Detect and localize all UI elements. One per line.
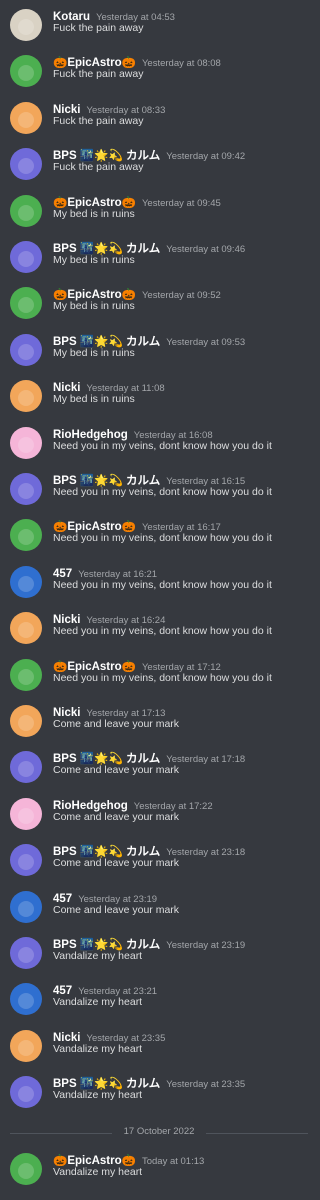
user-avatar[interactable] bbox=[10, 426, 42, 459]
message-text: My bed is in ruins bbox=[53, 254, 135, 266]
chat-message[interactable]: 457 Yesterday at 23:19 Come and leave your… bbox=[0, 882, 318, 928]
chat-message[interactable]: 🎃EpicAstro🎃 Yesterday at 09:45 My bed is i… bbox=[0, 186, 318, 232]
user-avatar[interactable] bbox=[10, 194, 42, 227]
message-text: Need you in my veins, dont know how you … bbox=[53, 671, 272, 684]
user-avatar[interactable] bbox=[10, 1153, 42, 1185]
user-avatar[interactable] bbox=[10, 797, 42, 830]
message-text: Come and leave your mark bbox=[53, 857, 180, 870]
user-avatar[interactable] bbox=[10, 101, 42, 134]
message-text: My bed is in ruins bbox=[53, 207, 135, 220]
message-text: Need you in my veins, dont know how you … bbox=[53, 486, 272, 498]
divider-line-right bbox=[206, 1133, 308, 1134]
message-text: Fuck the pain away bbox=[53, 68, 144, 81]
user-avatar[interactable] bbox=[10, 287, 42, 320]
user-avatar[interactable] bbox=[10, 519, 42, 552]
chat-message[interactable]: 🎃EpicAstro🎃 Yesterday at 09:52 My bed is i… bbox=[0, 278, 318, 324]
chat-message[interactable]: Nicki Yesterday at 23:35 Vandalize my hear… bbox=[0, 1021, 318, 1067]
message-text: Come and leave your mark bbox=[53, 903, 180, 916]
user-avatar[interactable] bbox=[10, 380, 42, 413]
message-text: Need you in my veins, dont know how you … bbox=[53, 578, 272, 591]
user-avatar[interactable] bbox=[10, 983, 42, 1016]
message-text: Need you in my veins, dont know how you … bbox=[53, 439, 272, 452]
message-text: My bed is in ruins bbox=[53, 393, 135, 406]
user-avatar[interactable] bbox=[10, 333, 42, 366]
chat-message[interactable]: BPS 🌃🌟💫 カルム Yesterday at 17:18 Come and le… bbox=[0, 742, 318, 788]
message-text: Fuck the pain away bbox=[53, 22, 144, 34]
user-avatar[interactable] bbox=[10, 658, 42, 691]
chat-message[interactable]: RioHedgehog Yesterday at 16:08 Need you in… bbox=[0, 418, 318, 464]
message-text: My bed is in ruins bbox=[53, 300, 135, 313]
chat-message[interactable]: RioHedgehog Yesterday at 17:22 Come and le… bbox=[0, 789, 318, 835]
chat-message[interactable]: Nicki Yesterday at 08:33 Fuck the pain awa… bbox=[0, 93, 318, 139]
user-avatar[interactable] bbox=[10, 148, 42, 181]
chat-message[interactable]: 🎃EpicAstro🎃 Yesterday at 08:08 Fuck the pa… bbox=[0, 46, 318, 92]
message-text: Vandalize my heart bbox=[53, 1042, 143, 1055]
chat-message[interactable]: BPS 🌃🌟💫 カルム Yesterday at 09:53 My bed is i… bbox=[0, 325, 318, 371]
chat-message[interactable]: 457 Yesterday at 23:21 Vandalize my heart bbox=[0, 974, 318, 1020]
user-avatar[interactable] bbox=[10, 473, 42, 505]
user-avatar[interactable] bbox=[10, 751, 42, 784]
date-divider: 17 October 2022 bbox=[10, 1126, 308, 1140]
user-avatar[interactable] bbox=[10, 844, 42, 877]
user-avatar[interactable] bbox=[10, 937, 42, 969]
message-timestamp: Yesterday at 09:46 bbox=[166, 244, 246, 255]
chat-message[interactable]: 🎃EpicAstro🎃 Today at 01:13 Vandalize my he… bbox=[0, 1144, 318, 1190]
message-timestamp: Today at 01:13 bbox=[141, 1156, 205, 1167]
user-avatar[interactable] bbox=[10, 241, 42, 273]
chat-message[interactable]: Nicki Yesterday at 11:08 My bed is in ruin… bbox=[0, 371, 318, 417]
message-timestamp: Yesterday at 09:45 bbox=[141, 197, 221, 209]
message-text: My bed is in ruins bbox=[53, 346, 135, 359]
chat-message[interactable]: BPS 🌃🌟💫 カルム Yesterday at 09:42 Fuck the pa… bbox=[0, 139, 318, 185]
message-timestamp: Yesterday at 09:52 bbox=[141, 290, 221, 302]
message-text: Fuck the pain away bbox=[53, 161, 144, 174]
message-text: Vandalize my heart bbox=[53, 1089, 143, 1102]
user-avatar[interactable] bbox=[10, 705, 42, 737]
message-timestamp: Yesterday at 08:08 bbox=[141, 58, 221, 70]
date-divider-label: 17 October 2022 bbox=[123, 1126, 195, 1137]
user-avatar[interactable] bbox=[10, 9, 42, 41]
user-avatar[interactable] bbox=[10, 612, 42, 645]
chat-message[interactable]: BPS 🌃🌟💫 カルム Yesterday at 09:46 My bed is i… bbox=[0, 232, 318, 278]
user-avatar[interactable] bbox=[10, 890, 42, 923]
message-text: Need you in my veins, dont know how you … bbox=[53, 625, 272, 638]
chat-message[interactable]: 🎃EpicAstro🎃 Yesterday at 16:17 Need you in… bbox=[0, 510, 318, 556]
chat-message-list: 17 October 2022 Kotaru Yesterday at 04:53… bbox=[0, 0, 318, 1200]
chat-message[interactable]: 🎃EpicAstro🎃 Yesterday at 17:12 Need you in… bbox=[0, 650, 318, 696]
message-timestamp: Yesterday at 23:19 bbox=[166, 940, 246, 951]
user-avatar[interactable] bbox=[10, 1076, 42, 1109]
message-text: Come and leave your mark bbox=[53, 718, 180, 730]
user-avatar[interactable] bbox=[10, 1029, 42, 1062]
message-timestamp: Yesterday at 09:42 bbox=[166, 151, 246, 163]
chat-message[interactable]: 457 Yesterday at 16:21 Need you in my vein… bbox=[0, 557, 318, 603]
chat-message[interactable]: Nicki Yesterday at 17:13 Come and leave yo… bbox=[0, 696, 318, 742]
message-timestamp: Yesterday at 23:35 bbox=[166, 1079, 246, 1091]
message-text: Come and leave your mark bbox=[53, 810, 180, 823]
message-timestamp: Yesterday at 09:53 bbox=[166, 336, 246, 348]
chat-message[interactable]: BPS 🌃🌟💫 カルム Yesterday at 23:35 Vandalize m… bbox=[0, 1067, 318, 1113]
chat-message[interactable]: BPS 🌃🌟💫 カルム Yesterday at 16:15 Need you in… bbox=[0, 464, 318, 510]
message-text: Vandalize my heart bbox=[53, 1166, 143, 1178]
message-text: Fuck the pain away bbox=[53, 114, 144, 127]
user-avatar[interactable] bbox=[10, 55, 42, 88]
message-text: Come and leave your mark bbox=[53, 764, 180, 777]
chat-message[interactable]: Kotaru Yesterday at 04:53 Fuck the pain aw… bbox=[0, 0, 318, 46]
user-avatar[interactable] bbox=[10, 565, 42, 598]
message-text: Vandalize my heart bbox=[53, 950, 143, 962]
chat-message[interactable]: BPS 🌃🌟💫 カルム Yesterday at 23:19 Vandalize m… bbox=[0, 928, 318, 974]
chat-message[interactable]: BPS 🌃🌟💫 カルム Yesterday at 23:18 Come and le… bbox=[0, 835, 318, 881]
chat-message[interactable]: Nicki Yesterday at 16:24 Need you in my ve… bbox=[0, 603, 318, 649]
message-text: Vandalize my heart bbox=[53, 996, 143, 1009]
message-text: Need you in my veins, dont know how you … bbox=[53, 532, 272, 545]
